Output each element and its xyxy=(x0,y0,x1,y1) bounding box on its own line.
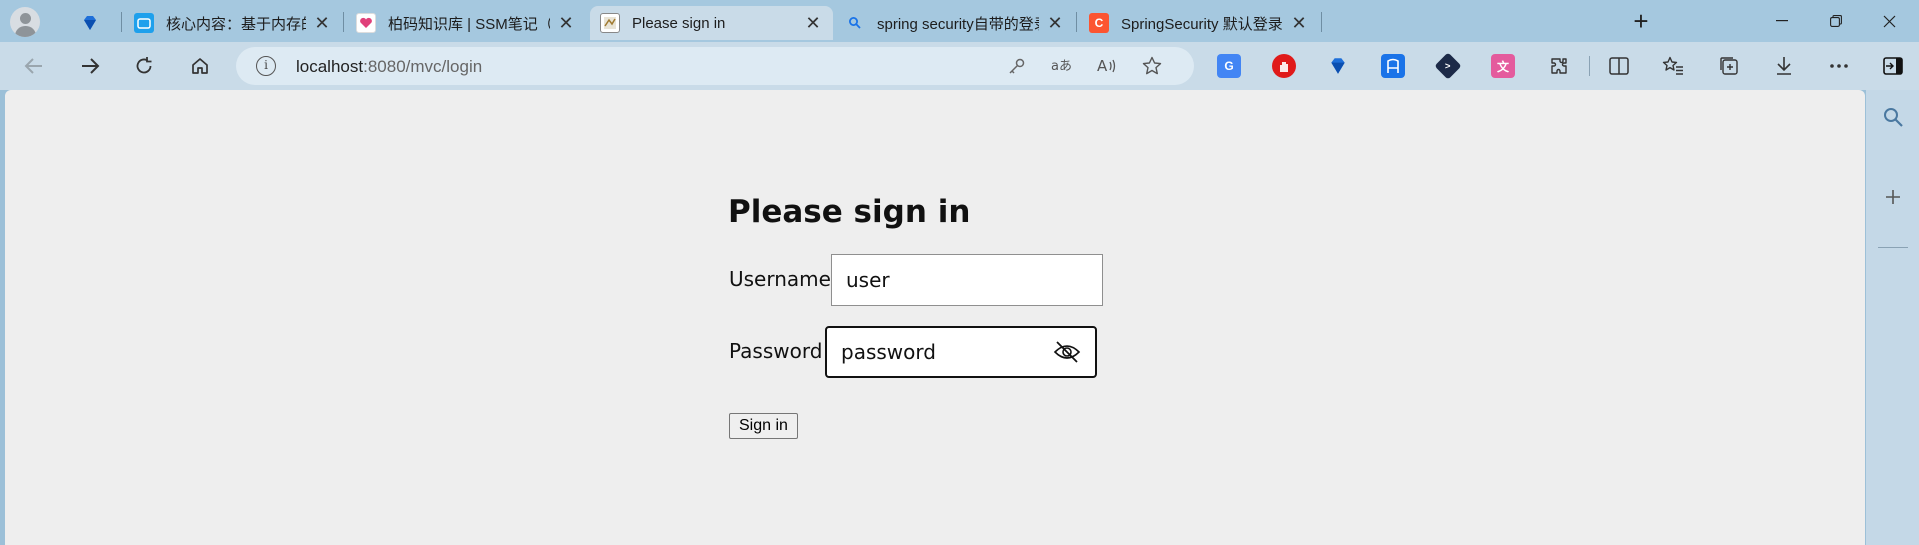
tab-title: 核心内容：基于内存的校验_哔哩 xyxy=(166,15,306,33)
password-label: Password xyxy=(729,339,823,363)
more-menu-icon[interactable] xyxy=(1826,53,1852,79)
tab-title: spring security自带的登录界面 进 xyxy=(877,15,1039,33)
tab-pinned-diamond[interactable] xyxy=(70,6,122,40)
restore-button[interactable] xyxy=(1806,0,1866,42)
svg-text:A: A xyxy=(1097,57,1108,75)
minimize-button[interactable] xyxy=(1752,0,1812,42)
tab-separator xyxy=(343,12,344,32)
close-icon[interactable]: ✕ xyxy=(312,13,332,34)
browser-toolbar: i localhost:8080/mvc/login aあ A G > 文 xyxy=(0,42,1919,90)
sidebar-separator xyxy=(1878,247,1908,248)
refresh-button[interactable] xyxy=(128,50,160,82)
tab-please-sign-in[interactable]: Please sign in ✕ xyxy=(590,6,833,40)
close-icon[interactable]: ✕ xyxy=(1289,13,1309,34)
page-icon xyxy=(600,13,620,33)
close-window-button[interactable] xyxy=(1859,0,1919,42)
translate-icon[interactable]: aあ xyxy=(1051,55,1073,77)
diamond-extension-icon[interactable] xyxy=(1326,54,1350,78)
back-button[interactable] xyxy=(18,50,50,82)
heart-icon xyxy=(356,13,376,33)
close-icon[interactable]: ✕ xyxy=(556,13,576,34)
search-icon xyxy=(845,13,865,33)
tab-separator xyxy=(1321,12,1322,32)
forward-button[interactable] xyxy=(74,50,106,82)
close-icon[interactable]: ✕ xyxy=(803,13,823,34)
tab-separator xyxy=(1076,12,1077,32)
edge-sidebar xyxy=(1866,90,1919,545)
address-bar[interactable]: i localhost:8080/mvc/login aあ A xyxy=(236,47,1194,85)
new-tab-button[interactable]: + xyxy=(1626,7,1656,37)
tab-search[interactable]: spring security自带的登录界面 进 ✕ xyxy=(835,6,1075,40)
immersive-translate-extension-icon[interactable]: 文 xyxy=(1491,54,1515,78)
username-label: Username xyxy=(729,267,831,291)
username-value: user xyxy=(846,268,890,292)
tab-separator xyxy=(121,12,122,32)
tab-strip: 核心内容：基于内存的校验_哔哩 ✕ 柏码知识库 | SSM笔记（三）Spri ✕… xyxy=(0,0,1919,42)
tab-title: Please sign in xyxy=(632,14,726,32)
google-translate-extension-icon[interactable]: G xyxy=(1217,54,1241,78)
extensions-icon[interactable] xyxy=(1546,53,1572,79)
tab-baima[interactable]: 柏码知识库 | SSM笔记（三）Spri ✕ xyxy=(346,6,586,40)
toolbar-separator xyxy=(1589,56,1590,76)
split-screen-icon[interactable] xyxy=(1606,53,1632,79)
dev-extension-icon[interactable]: > xyxy=(1434,52,1462,80)
tab-title: SpringSecurity 默认登录页面加载 xyxy=(1121,15,1283,33)
info-icon[interactable]: i xyxy=(256,56,276,76)
close-icon[interactable]: ✕ xyxy=(1045,13,1065,34)
page-title: Please sign in xyxy=(728,194,971,230)
sign-in-button[interactable]: Sign in xyxy=(729,413,798,439)
username-input[interactable]: user xyxy=(831,254,1103,306)
bilibili-icon xyxy=(134,13,154,33)
svg-text:aあ: aあ xyxy=(1051,59,1072,74)
sidebar-toggle-icon[interactable] xyxy=(1880,53,1906,79)
downloads-icon[interactable] xyxy=(1771,53,1797,79)
page-viewport xyxy=(5,90,1865,545)
adblock-extension-icon[interactable] xyxy=(1272,54,1296,78)
read-aloud-icon[interactable]: A xyxy=(1096,55,1118,77)
tab-bilibili[interactable]: 核心内容：基于内存的校验_哔哩 ✕ xyxy=(124,6,342,40)
password-value: password xyxy=(841,340,936,364)
profile-avatar-icon[interactable] xyxy=(10,7,40,37)
add-icon[interactable] xyxy=(1881,185,1905,209)
tab-title: 柏码知识库 | SSM笔记（三）Spri xyxy=(388,15,550,33)
address-url: localhost:8080/mvc/login xyxy=(296,57,483,76)
collections-icon[interactable] xyxy=(1716,53,1742,79)
home-button[interactable] xyxy=(184,50,216,82)
password-input[interactable]: password xyxy=(825,326,1097,378)
bookmark-extension-icon[interactable] xyxy=(1381,54,1405,78)
tab-csdn[interactable]: C SpringSecurity 默认登录页面加载 ✕ xyxy=(1079,6,1319,40)
hide-password-icon[interactable] xyxy=(1053,340,1081,364)
key-icon[interactable] xyxy=(1006,55,1028,77)
diamond-icon xyxy=(80,13,100,33)
favorite-star-icon[interactable] xyxy=(1141,55,1163,77)
favorites-icon[interactable] xyxy=(1660,53,1686,79)
csdn-icon: C xyxy=(1089,13,1109,33)
search-icon[interactable] xyxy=(1881,105,1905,129)
